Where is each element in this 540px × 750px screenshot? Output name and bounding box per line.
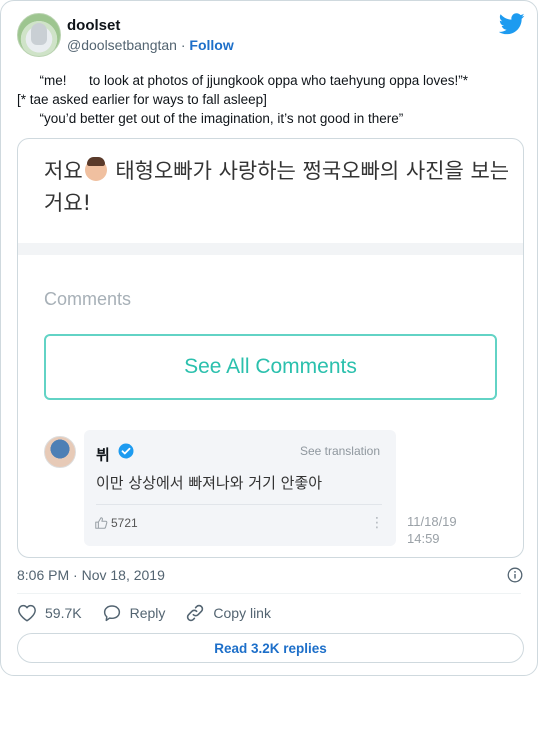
tweet-line-2: [* tae asked earlier for ways to fall as… bbox=[17, 92, 267, 107]
reply-label: Reply bbox=[129, 605, 166, 621]
embedded-screenshot[interactable]: 저요 태형오빠가 사랑하는 쩡국오빠의 사진을 보는 거요! Comments … bbox=[17, 138, 524, 558]
like-button[interactable]: 59.7K bbox=[17, 604, 82, 622]
tweet-line-3: “you’d better get out of the imagination… bbox=[17, 111, 404, 126]
verified-badge-icon bbox=[118, 443, 134, 459]
section-divider bbox=[18, 243, 523, 255]
copy-link-button[interactable]: Copy link bbox=[185, 603, 271, 623]
embed-post-title: 저요 태형오빠가 사랑하는 쩡국오빠의 사진을 보는 거요! bbox=[44, 155, 514, 219]
avatar-figure bbox=[31, 23, 47, 45]
comment-more-menu[interactable]: ⋮ bbox=[370, 514, 384, 531]
comment-text: 이만 상상에서 빠져나와 거기 안좋아 bbox=[96, 474, 323, 492]
tweet-line-1: “me! to look at photos of jjungkook oppa… bbox=[17, 73, 469, 88]
tweet-actions: 59.7K Reply Copy link bbox=[17, 603, 291, 623]
author-display-name[interactable]: doolset bbox=[67, 17, 120, 34]
tweet-text: “me! to look at photos of jjungkook oppa… bbox=[17, 71, 517, 128]
actions-divider bbox=[17, 593, 521, 594]
follow-button[interactable]: Follow bbox=[189, 37, 233, 53]
info-icon[interactable] bbox=[507, 567, 523, 583]
reply-bubble-icon bbox=[103, 605, 120, 622]
commenter-avatar[interactable] bbox=[44, 436, 76, 468]
author-handle[interactable]: @doolsetbangtan bbox=[67, 37, 177, 53]
tweet-card: doolset @doolsetbangtan · Follow “me! to… bbox=[0, 0, 538, 676]
comment-bubble: 뷔 See translation 이만 상상에서 빠져나와 거기 안좋아 57… bbox=[84, 430, 396, 546]
author-avatar[interactable] bbox=[17, 13, 61, 57]
see-all-comments-button[interactable]: See All Comments bbox=[44, 334, 497, 400]
copy-link-label: Copy link bbox=[213, 605, 271, 621]
link-icon bbox=[187, 604, 204, 622]
like-count: 59.7K bbox=[45, 605, 82, 621]
author-handle-row: @doolsetbangtan · Follow bbox=[67, 37, 234, 53]
commenter-name[interactable]: 뷔 bbox=[96, 444, 110, 465]
comment-divider bbox=[96, 504, 382, 505]
comment-like-button[interactable]: 5721 bbox=[94, 516, 138, 530]
comment-like-count: 5721 bbox=[111, 516, 138, 530]
read-replies-button[interactable]: Read 3.2K replies bbox=[17, 633, 524, 663]
see-translation-link[interactable]: See translation bbox=[300, 444, 380, 458]
twitter-bird-icon[interactable] bbox=[499, 13, 525, 35]
tweet-timestamp[interactable]: 8:06 PM · Nov 18, 2019 bbox=[17, 567, 165, 583]
heart-icon bbox=[18, 604, 36, 622]
reply-button[interactable]: Reply bbox=[102, 604, 166, 622]
raised-hand-woman-emoji-icon bbox=[84, 157, 107, 181]
embed-title-part-2: 태형오빠가 사랑하는 쩡국오빠의 사진을 보는 거요! bbox=[44, 159, 510, 215]
comment-date: 11/18/19 14:59 bbox=[407, 514, 457, 546]
comments-heading: Comments bbox=[44, 289, 132, 309]
separator-dot: · bbox=[180, 37, 186, 53]
embed-title-part-1: 저요 bbox=[44, 159, 83, 183]
thumbs-up-icon bbox=[95, 517, 108, 529]
